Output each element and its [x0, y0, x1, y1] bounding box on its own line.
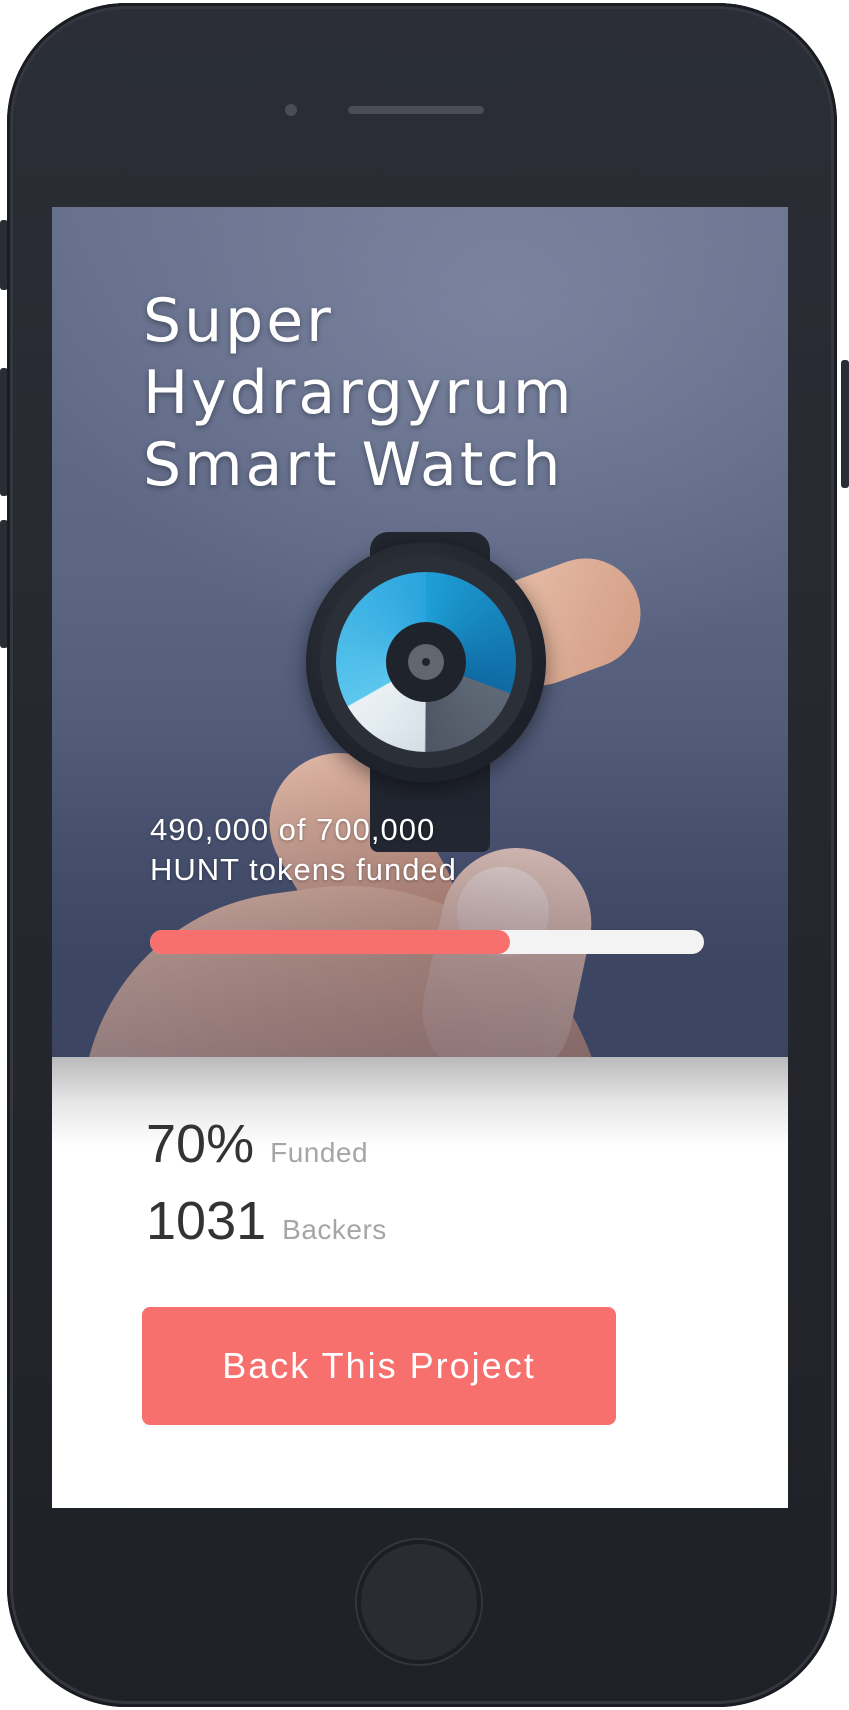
speaker-icon [348, 106, 484, 114]
project-title: Super Hydrargyrum Smart Watch [143, 285, 743, 501]
hero-shade [52, 727, 788, 1057]
watch-hub-dot [422, 658, 430, 666]
funding-progress-bar [150, 930, 704, 954]
backers-count-label: Backers [282, 1214, 387, 1245]
app-screen: Super Hydrargyrum Smart Watch 490,000 of… [52, 207, 788, 1508]
funding-amount-text: 490,000 of 700,000 [150, 812, 436, 847]
project-title-line: Smart Watch [143, 430, 564, 500]
home-button[interactable] [357, 1540, 481, 1664]
camera-icon [285, 104, 297, 116]
funded-percent-value: 70% [146, 1114, 255, 1174]
stats-panel: 70% Funded 1031 Backers Back This Projec… [52, 1057, 788, 1508]
backers-stat: 1031 Backers [146, 1190, 387, 1252]
back-project-button[interactable]: Back This Project [142, 1307, 616, 1425]
backers-count-value: 1031 [146, 1191, 267, 1251]
funded-stat: 70% Funded [146, 1113, 368, 1175]
project-title-line: Super [143, 286, 334, 356]
hero-image: Super Hydrargyrum Smart Watch 490,000 of… [52, 207, 788, 1057]
funding-token-text: HUNT tokens funded [150, 852, 457, 887]
funding-progress-fill [150, 930, 511, 954]
phone-power-button [841, 360, 849, 488]
funded-percent-label: Funded [270, 1137, 369, 1168]
project-title-line: Hydrargyrum [143, 358, 575, 428]
funding-summary: 490,000 of 700,000 HUNT tokens funded [150, 810, 710, 890]
